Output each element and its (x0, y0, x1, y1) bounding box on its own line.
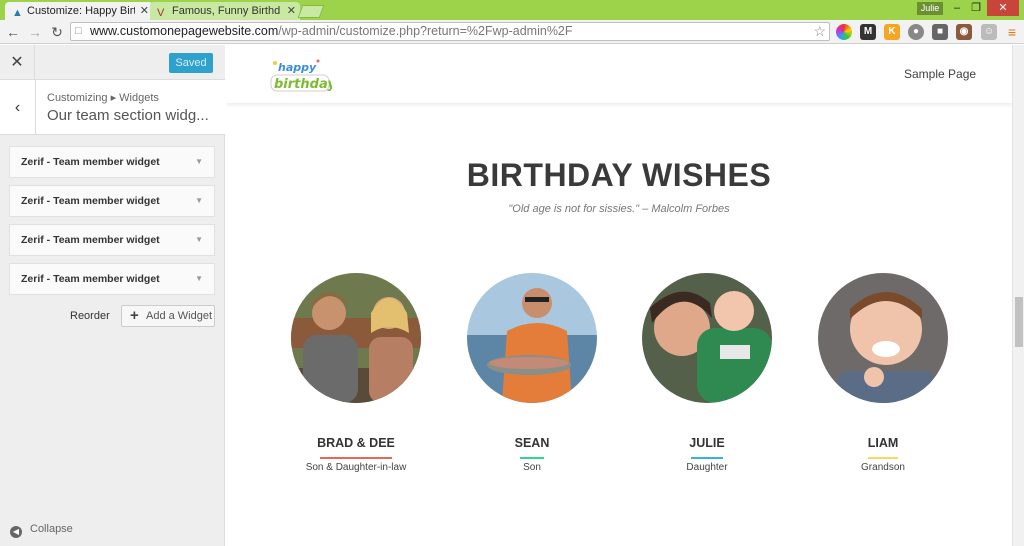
member-photo (467, 273, 597, 403)
window-close-icon[interactable]: ✕ (987, 0, 1019, 16)
section-quote: "Old age is not for sissies." – Malcolm … (508, 203, 730, 215)
maximize-icon[interactable]: ❐ (967, 0, 985, 16)
tab-close-icon[interactable]: ✕ (140, 3, 149, 19)
member-divider (868, 457, 898, 459)
member-divider (520, 457, 544, 459)
add-widget-button[interactable]: + Add a Widget (121, 305, 215, 327)
member-name: LIAM (867, 436, 899, 450)
browser-toolbar: ← → ↻ □ www.customonepagewebsite.com/wp-… (0, 20, 1024, 44)
back-arrow-icon[interactable]: ← (4, 23, 22, 41)
member-photo (818, 273, 948, 403)
url-host: www.customonepagewebsite.com (90, 24, 279, 38)
site-header: happy birthday Sample Page (226, 45, 1012, 103)
collapse-arrow-icon: ◀ (10, 526, 22, 538)
plus-icon: + (130, 307, 139, 324)
color-extension-icon[interactable] (836, 24, 852, 40)
tab-birthday-quotes[interactable]: V Famous, Funny Birthday Q ✕ (150, 2, 300, 20)
chevron-down-icon[interactable]: ▼ (195, 147, 203, 177)
widget-item[interactable]: Zerif - Team member widget ▼ (9, 185, 215, 217)
chevron-down-icon[interactable]: ▼ (195, 186, 203, 216)
svg-text:happy: happy (278, 61, 317, 74)
preview-scrollbar[interactable] (1012, 45, 1024, 546)
tab-close-icon[interactable]: ✕ (287, 3, 296, 19)
gmail-extension-icon[interactable]: M (860, 24, 876, 40)
member-role: Grandson (861, 462, 905, 473)
widget-label: Zerif - Team member widget (21, 234, 160, 246)
puzzle-extension-icon[interactable]: ■ (932, 24, 948, 40)
breadcrumb: Customizing ▸ Widgets (47, 92, 159, 104)
robot-extension-icon[interactable]: ☺ (981, 24, 997, 40)
minimize-icon[interactable]: – (948, 0, 966, 16)
scrollbar-thumb[interactable] (1015, 297, 1023, 347)
widget-label: Zerif - Team member widget (21, 273, 160, 285)
close-icon[interactable]: ✕ (0, 45, 35, 80)
widget-item[interactable]: Zerif - Team member widget ▼ (9, 263, 215, 295)
section-heading: BIRTHDAY WISHES (466, 157, 772, 193)
add-widget-label: Add a Widget (146, 310, 213, 322)
back-chevron-icon[interactable]: ‹ (0, 80, 36, 135)
site-preview: happy birthday Sample Page BIRTHDAY WISH… (226, 45, 1012, 546)
wordpress-favicon-icon: ▲ (12, 7, 23, 19)
widget-label: Zerif - Team member widget (21, 156, 160, 168)
collapse-label: Collapse (30, 523, 73, 535)
customizer-sidebar: ✕ Saved ‹ Customizing ▸ Widgets Our team… (0, 45, 225, 546)
address-bar[interactable]: □ www.customonepagewebsite.com/wp-admin/… (70, 22, 830, 41)
chevron-down-icon[interactable]: ▼ (195, 225, 203, 255)
svg-text:birthday: birthday (274, 77, 332, 92)
chevron-down-icon[interactable]: ▼ (195, 264, 203, 294)
menu-icon[interactable]: ≡ (1004, 24, 1020, 40)
member-photo (291, 273, 421, 403)
member-photo (642, 273, 772, 403)
member-role: Daughter (686, 462, 728, 473)
url-path: /wp-admin/customize.php?return=%2Fwp-adm… (278, 24, 573, 38)
member-divider (320, 457, 392, 459)
reload-icon[interactable]: ↻ (48, 23, 66, 41)
saved-button[interactable]: Saved (169, 53, 213, 73)
tab-title: Customize: Happy Birthda (27, 5, 135, 17)
user-profile-badge[interactable]: Julie (917, 2, 943, 15)
nav-sample-page[interactable]: Sample Page (904, 67, 976, 81)
tab-title: Famous, Funny Birthday Q (172, 5, 280, 17)
forward-arrow-icon[interactable]: → (26, 23, 44, 41)
browser-titlebar: ▲ Customize: Happy Birthda ✕ V Famous, F… (0, 0, 1024, 20)
section-header: ‹ Customizing ▸ Widgets Our team section… (0, 80, 225, 135)
member-name: BRAD & DEE (317, 436, 395, 450)
member-divider (691, 457, 723, 459)
page-icon: □ (75, 25, 82, 37)
member-role: Son & Daughter-in-law (305, 462, 407, 473)
eye-extension-icon[interactable]: ● (908, 24, 924, 40)
member-name: SEAN (514, 436, 550, 450)
collapse-button[interactable]: ◀ Collapse (10, 523, 73, 538)
widget-label: Zerif - Team member widget (21, 195, 160, 207)
customizer-header: ✕ Saved (0, 45, 225, 80)
new-tab-button[interactable] (297, 5, 325, 18)
tab-customize[interactable]: ▲ Customize: Happy Birthda ✕ (5, 2, 153, 20)
happy-birthday-logo[interactable]: happy birthday (268, 55, 332, 95)
widget-item[interactable]: Zerif - Team member widget ▼ (9, 224, 215, 256)
widget-item[interactable]: Zerif - Team member widget ▼ (9, 146, 215, 178)
instagram-extension-icon[interactable]: ◉ (956, 24, 972, 40)
reorder-link[interactable]: Reorder (70, 310, 110, 322)
member-role: Son (523, 462, 541, 473)
section-title: Our team section widg... (47, 107, 209, 124)
member-name: JULIE (689, 436, 725, 450)
k-extension-icon[interactable]: K (884, 24, 900, 40)
site-favicon-icon: V (157, 7, 165, 19)
bookmark-star-icon[interactable]: ☆ (813, 23, 826, 40)
